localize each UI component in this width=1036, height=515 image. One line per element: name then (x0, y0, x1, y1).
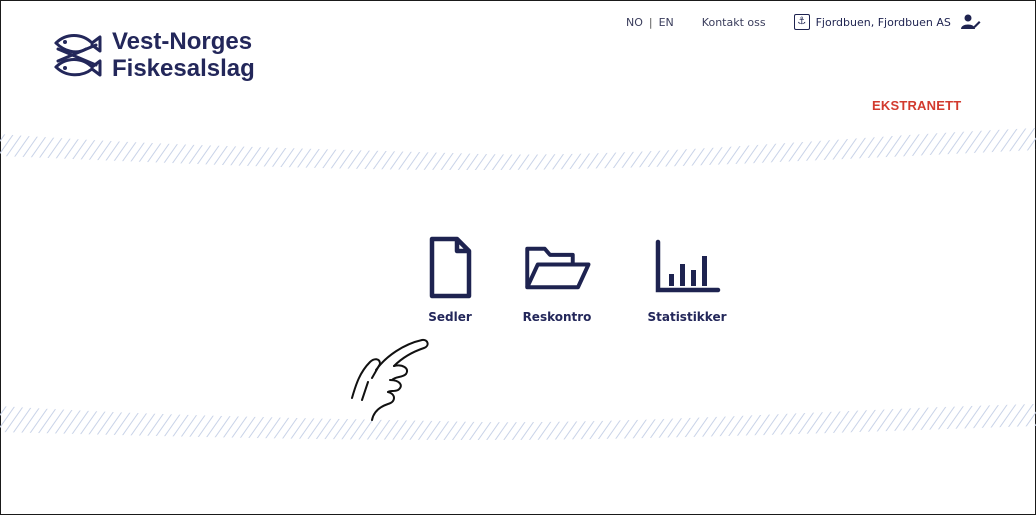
document-icon (429, 236, 472, 299)
tile-reskontro[interactable]: Reskontro (492, 236, 622, 324)
tile-statistikker[interactable]: Statistikker (622, 236, 752, 324)
user-edit-icon[interactable] (960, 14, 981, 30)
lang-en-link[interactable]: EN (659, 16, 674, 29)
contact-link[interactable]: Kontakt oss (702, 16, 766, 29)
bar-chart-icon (655, 239, 721, 293)
brand-line2: Fiskesalslag (112, 55, 255, 82)
fish-logo-icon (54, 34, 102, 77)
brand-line1: Vest-Norges (112, 28, 253, 55)
decorative-wave-top (0, 128, 1036, 170)
folder-open-icon (525, 246, 591, 290)
tile-label-sedler: Sedler (428, 310, 472, 324)
section-label: EKSTRANETT (872, 98, 962, 113)
user-name: Fjordbuen, Fjordbuen AS (815, 15, 951, 29)
tile-label-statistikker: Statistikker (647, 310, 727, 324)
tile-label-reskontro: Reskontro (522, 310, 592, 324)
top-navigation: NO | EN Kontakt oss ⚓ Fjordbuen, Fjordbu… (626, 14, 981, 30)
brand-name: Vest-Norges Fiskesalslag (112, 28, 255, 82)
decorative-wave-bottom (0, 404, 1036, 440)
tile-sedler[interactable]: Sedler (408, 236, 492, 324)
lang-no-link[interactable]: NO (626, 16, 643, 29)
language-switcher: NO | EN (626, 16, 674, 29)
user-menu[interactable]: ⚓ Fjordbuen, Fjordbuen AS (793, 14, 981, 30)
lang-separator: | (648, 15, 653, 29)
brand-logo[interactable]: Vest-Norges Fiskesalslag (52, 28, 255, 82)
anchor-icon: ⚓ (793, 14, 810, 30)
pointing-hand-icon (351, 338, 429, 421)
main-menu-tiles: Sedler Reskontro Statistikker (408, 236, 752, 324)
